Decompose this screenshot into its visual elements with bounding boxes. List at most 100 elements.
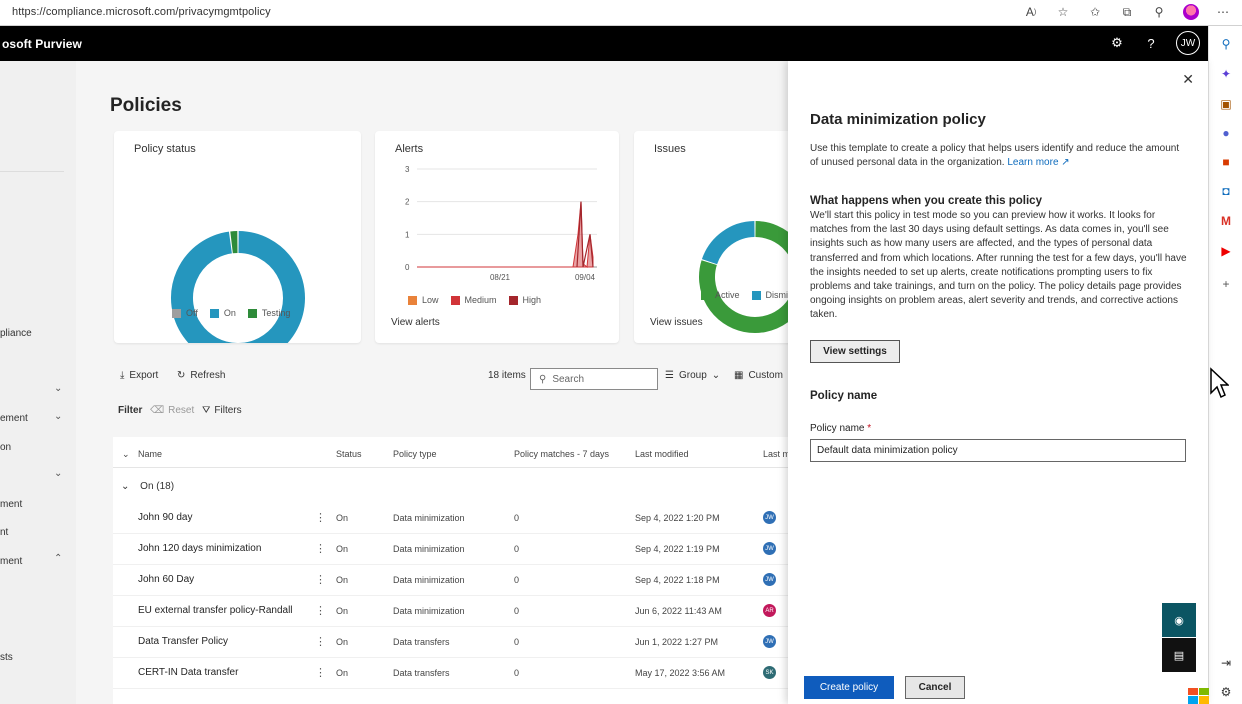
nav-item-compliance[interactable]: pliance [0, 328, 32, 339]
read-aloud-icon[interactable]: A) [1022, 3, 1040, 21]
row-more-icon[interactable]: ⋮ [315, 666, 326, 679]
table-row[interactable]: Data Transfer Policy ⋮ On Data transfers 0 Ju… [113, 627, 788, 658]
discover-icon[interactable]: ✦ [1218, 66, 1234, 82]
people-icon[interactable]: ● [1218, 125, 1234, 141]
search-input[interactable]: ⚲ Search [530, 368, 658, 390]
alerts-chart: 0 1 2 3 08/21 09/04 [405, 165, 597, 282]
customize-columns-button[interactable]: ▦ Custom [734, 370, 783, 381]
favorite-star-icon[interactable]: ☆ [1054, 3, 1072, 21]
office-icon[interactable]: ■ [1218, 154, 1234, 170]
nav-item-nt[interactable]: nt [0, 527, 8, 538]
export-button[interactable]: ⤓ Export [120, 370, 158, 381]
tools-icon[interactable]: ▣ [1218, 96, 1234, 112]
nav-item-management[interactable]: ement [0, 413, 28, 424]
chevron-down-icon[interactable]: ⌄ [54, 383, 62, 394]
nav-item-on[interactable]: on [0, 442, 11, 453]
row-more-icon[interactable]: ⋮ [315, 511, 326, 524]
more-menu-icon[interactable]: ⋯ [1214, 3, 1232, 21]
column-header-modified-by[interactable]: Last m [763, 449, 788, 459]
close-icon[interactable]: ✕ [1182, 71, 1194, 88]
table-row[interactable]: John 60 Day ⋮ On Data minimization 0 Sep 4, 2… [113, 565, 788, 596]
sidebar-toggle-icon[interactable]: ⇥ [1218, 655, 1234, 671]
add-icon[interactable]: + [1218, 276, 1234, 292]
row-more-icon[interactable]: ⋮ [315, 542, 326, 555]
group-button[interactable]: ☰ Group ⌄ [665, 370, 720, 381]
policy-name-cell[interactable]: EU external transfer policy-Randall [138, 605, 293, 616]
legend-testing[interactable]: Testing [247, 308, 290, 318]
chevron-down-icon[interactable]: ⌄ [54, 411, 62, 422]
outlook-icon[interactable]: ◘ [1218, 183, 1234, 199]
policy-name-label: Policy name * [810, 423, 872, 434]
refresh-button[interactable]: ↻ Refresh [177, 370, 225, 381]
url-text[interactable]: https://compliance.microsoft.com/privacy… [12, 6, 271, 18]
modified-cell: Jun 6, 2022 11:43 AM [635, 606, 722, 616]
legend-off[interactable]: Off [172, 308, 198, 318]
help-icon[interactable]: ? [1142, 36, 1160, 51]
legend-dismissed[interactable]: Dismi [751, 290, 788, 300]
column-header-modified[interactable]: Last modified [635, 449, 689, 459]
feedback-icon[interactable]: ▤ [1162, 638, 1196, 672]
issues-donut [699, 221, 788, 333]
group-header-on[interactable]: ⌄ On (18) [121, 481, 174, 492]
extensions-icon[interactable]: ⚲ [1150, 3, 1168, 21]
nav-item-sts[interactable]: sts [0, 652, 13, 663]
filters-button[interactable]: ⛛ Filters [202, 405, 242, 416]
column-header-matches[interactable]: Policy matches - 7 days [514, 449, 609, 459]
reset-filters-button[interactable]: ⌫ Reset [150, 405, 194, 416]
columns-icon: ▦ [734, 370, 744, 381]
youtube-icon[interactable]: ▶ [1218, 243, 1234, 259]
user-avatar[interactable]: JW [1176, 31, 1200, 55]
y-tick-label: 1 [405, 230, 410, 239]
app-title[interactable]: osoft Purview [2, 37, 82, 51]
gmail-icon[interactable]: M [1218, 213, 1234, 229]
legend-active[interactable]: Active [701, 290, 740, 300]
policy-status-card: Policy status Off On Testing [114, 131, 361, 343]
header-actions: ⚙ ? JW [1108, 31, 1200, 55]
policy-name-cell[interactable]: John 60 Day [138, 574, 194, 585]
legend-on[interactable]: On [209, 308, 236, 318]
help-bot-icon[interactable]: ◉ [1162, 603, 1196, 637]
policy-name-input[interactable]: Default data minimization policy [810, 439, 1186, 462]
policy-name-cell[interactable]: John 90 day [138, 512, 193, 523]
avatar: JW [763, 573, 776, 586]
view-alerts-link[interactable]: View alerts [391, 317, 440, 328]
policy-type-cell: Data minimization [393, 544, 465, 554]
policy-name-cell[interactable]: John 120 days minimization [138, 543, 261, 554]
row-more-icon[interactable]: ⋮ [315, 604, 326, 617]
settings-gear-icon[interactable]: ⚙ [1108, 35, 1126, 51]
y-tick-label: 2 [405, 198, 410, 207]
view-settings-button[interactable]: View settings [810, 340, 900, 363]
nav-item-ment-2[interactable]: ment [0, 556, 22, 567]
favorites-icon[interactable]: ✩ [1086, 3, 1104, 21]
profile-icon[interactable] [1182, 3, 1200, 21]
learn-more-link[interactable]: Learn more ↗ [1007, 157, 1069, 168]
table-row[interactable]: EU external transfer policy-Randall ⋮ On Da… [113, 596, 788, 627]
collapse-all-icon[interactable]: ⌄ [122, 449, 130, 460]
table-row[interactable]: John 120 days minimization ⋮ On Data minimi… [113, 534, 788, 565]
sidebar-settings-icon[interactable]: ⚙ [1218, 684, 1234, 700]
cancel-button[interactable]: Cancel [905, 676, 965, 699]
table-row[interactable]: John 90 day ⋮ On Data minimization 0 Sep 4, 2… [113, 503, 788, 534]
nav-item-ment[interactable]: ment [0, 499, 22, 510]
row-more-icon[interactable]: ⋮ [315, 635, 326, 648]
view-issues-link[interactable]: View issues [650, 317, 703, 328]
chevron-down-icon[interactable]: ⌄ [121, 481, 129, 492]
chevron-up-icon[interactable]: ⌃ [54, 553, 62, 564]
x-tick-label: 09/04 [575, 273, 596, 282]
policy-name-cell[interactable]: Data Transfer Policy [138, 636, 228, 647]
legend-high[interactable]: High [508, 295, 541, 305]
row-more-icon[interactable]: ⋮ [315, 573, 326, 586]
chevron-down-icon[interactable]: ⌄ [54, 468, 62, 479]
column-header-name[interactable]: Name [138, 449, 162, 459]
create-policy-button[interactable]: Create policy [804, 676, 894, 699]
collections-icon[interactable]: ⧉ [1118, 3, 1136, 21]
table-row[interactable]: CERT-IN Data transfer ⋮ On Data transfers 0 M… [113, 658, 788, 689]
windows-logo-icon [1188, 688, 1209, 704]
policy-name-cell[interactable]: CERT-IN Data transfer [138, 667, 238, 678]
search-icon[interactable]: ⚲ [1218, 36, 1234, 52]
mouse-cursor-icon [1210, 367, 1229, 399]
legend-medium[interactable]: Medium [450, 295, 497, 305]
column-header-type[interactable]: Policy type [393, 449, 437, 459]
column-header-status[interactable]: Status [336, 449, 362, 459]
legend-low[interactable]: Low [408, 295, 439, 305]
